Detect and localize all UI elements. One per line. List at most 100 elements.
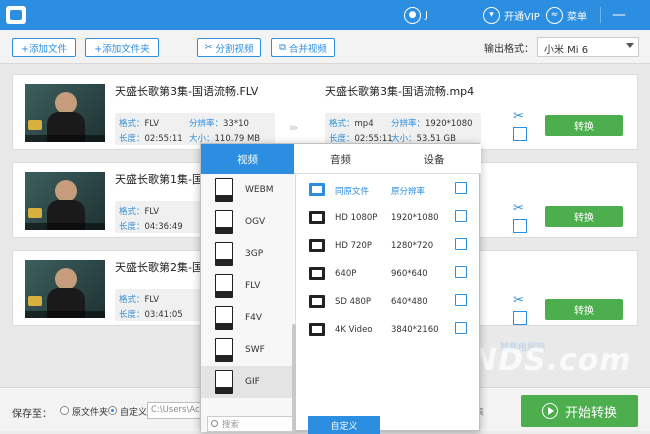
quality-name: 640P [335, 269, 357, 279]
merge-icon: ⧉ [279, 42, 289, 53]
convert-button[interactable]: 转换 [545, 299, 623, 320]
original-folder-label: 原文件夹 [72, 408, 109, 418]
video-thumbnail [25, 172, 105, 230]
add-folder-button[interactable]: +添加文件夹 [85, 38, 159, 57]
quality-item[interactable]: 4K Video 3840*2160 [309, 320, 469, 340]
convert-button[interactable]: 转换 [545, 206, 623, 227]
file-icon [215, 338, 233, 362]
scissors-icon[interactable]: ✂ [513, 293, 527, 308]
source-meta: 格式：FLV 长度：04:36:49 [115, 201, 205, 233]
edit-icon[interactable] [513, 311, 527, 325]
format-item-flv[interactable]: FLV [201, 270, 296, 302]
edit-icon[interactable] [455, 266, 467, 278]
custom-folder-radio[interactable] [108, 406, 117, 415]
source-meta: 格式：FLV 长度：03:41:05 [115, 289, 205, 321]
tab-audio[interactable]: 音频 [294, 144, 387, 174]
format-label: WEBM [245, 185, 274, 195]
source-format: FLV [144, 207, 160, 217]
start-convert-button[interactable]: 开始转换 [521, 395, 638, 427]
minimize-button[interactable]: — [612, 5, 626, 25]
app-logo-icon [6, 6, 26, 24]
source-file-name: 天盛长歌第3集-国语流畅.FLV [115, 85, 259, 98]
cart-icon: ▾ [483, 6, 500, 24]
file-icon [215, 306, 233, 330]
scissors-icon[interactable]: ✂ [513, 201, 527, 216]
search-input[interactable]: 搜索 [207, 416, 293, 432]
merge-video-button[interactable]: ⧉ 合并视频 [271, 38, 335, 57]
format-key: 格式： [119, 295, 145, 305]
file-icon [215, 178, 233, 202]
merge-video-label: 合并视频 [288, 43, 327, 55]
split-video-button[interactable]: ✂ 分割视频 [197, 38, 261, 57]
quality-resolution: 1280*720 [391, 241, 434, 251]
app-name [30, 8, 150, 20]
quality-item[interactable]: 640P 960*640 [309, 264, 469, 284]
user-account-button[interactable]: ● J [404, 5, 428, 25]
format-item-3gp[interactable]: 3GP [201, 238, 296, 270]
original-folder-radio[interactable] [60, 406, 69, 415]
format-label: OGV [245, 217, 266, 227]
output-format-select[interactable]: 小米 Mi 6 [537, 37, 639, 57]
watermark-text: NDS.com [472, 343, 632, 378]
save-to-label: 保存至： [12, 409, 52, 420]
tab-device[interactable]: 设备 [387, 144, 481, 174]
video-thumbnail [25, 84, 105, 142]
format-key: 格式： [329, 119, 355, 129]
menu-label: 菜单 [567, 11, 587, 23]
arrow-right-icon: ››› [289, 121, 298, 134]
user-icon: ● [404, 6, 421, 24]
edit-icon[interactable] [513, 127, 527, 141]
vip-label: 开通VIP [504, 11, 540, 23]
save-path-input[interactable]: C:\Users\Ac [147, 402, 207, 419]
scissors-icon: ✂ [204, 42, 216, 53]
quality-name: 4K Video [335, 325, 373, 335]
custom-button[interactable]: 自定义 [308, 416, 380, 434]
edit-icon[interactable] [455, 294, 467, 306]
tab-video[interactable]: 视频 [201, 144, 294, 174]
source-meta: 格式：FLV 分辨率：33*10 长度：02:55:11 大小：110.79 M… [115, 113, 275, 145]
film-icon [309, 183, 325, 196]
format-key: 格式： [119, 119, 145, 129]
quality-item[interactable]: 同原文件 原分辨率 [309, 180, 469, 200]
scissors-icon[interactable]: ✂ [513, 109, 527, 124]
start-convert-label: 开始转换 [564, 405, 617, 421]
edit-icon[interactable] [513, 219, 527, 233]
resolution-key: 分辨率： [391, 119, 426, 129]
edit-icon[interactable] [455, 210, 467, 222]
edit-icon[interactable] [455, 182, 467, 194]
menu-button[interactable]: ≈ 菜单 [546, 5, 587, 25]
video-thumbnail [25, 260, 105, 318]
quality-item[interactable]: SD 480P 640*480 [309, 292, 469, 312]
length-key: 长度： [119, 134, 145, 144]
film-icon [309, 211, 325, 224]
file-icon [215, 210, 233, 234]
file-row[interactable]: 天盛长歌第3集-国语流畅.FLV 格式：FLV 分辨率：33*10 长度：02:… [12, 74, 638, 150]
quality-item[interactable]: HD 720P 1280*720 [309, 236, 469, 256]
length-key: 长度： [119, 310, 145, 320]
format-item-webm[interactable]: WEBM [201, 174, 296, 206]
format-label: 3GP [245, 249, 264, 259]
format-item-swf[interactable]: SWF [201, 334, 296, 366]
format-popup: 视频 音频 设备 WEBM OGV 3GP FLV F4V SWF GIF 搜索… [200, 143, 481, 434]
output-resolution: 1920*1080 [425, 119, 473, 129]
format-item-f4v[interactable]: F4V [201, 302, 296, 334]
split-video-label: 分割视频 [215, 43, 254, 55]
format-item-ogv[interactable]: OGV [201, 206, 296, 238]
file-icon [215, 370, 233, 394]
edit-icon[interactable] [455, 322, 467, 334]
file-icon [215, 274, 233, 298]
vip-button[interactable]: ▾ 开通VIP [483, 5, 540, 25]
edit-icon[interactable] [455, 238, 467, 250]
output-format: mp4 [354, 119, 374, 129]
toolbar: +添加文件 +添加文件夹 ✂ 分割视频 ⧉ 合并视频 输出格式： 小米 Mi 6 [0, 30, 650, 64]
output-meta: 格式：mp4 分辨率：1920*1080 长度：02:55:11 大小：53.5… [325, 113, 481, 145]
format-item-gif[interactable]: GIF [201, 366, 296, 398]
output-file-name: 天盛长歌第3集-国语流畅.mp4 [325, 85, 475, 98]
quality-item[interactable]: HD 1080P 1920*1080 [309, 208, 469, 228]
play-icon [541, 403, 558, 419]
convert-button[interactable]: 转换 [545, 115, 623, 136]
quality-resolution: 3840*2160 [391, 325, 439, 335]
quality-resolution: 1920*1080 [391, 213, 439, 223]
add-file-button[interactable]: +添加文件 [12, 38, 76, 57]
resolution-key: 分辨率： [189, 119, 224, 129]
